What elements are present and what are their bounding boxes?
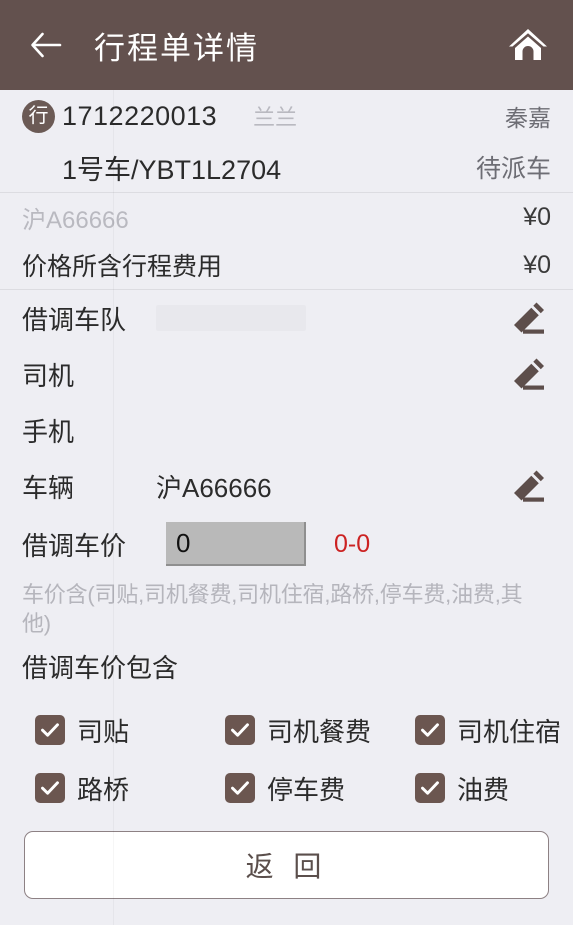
price-range: 0-0 — [334, 529, 371, 558]
price-hint: 车价含(司贴,司机餐费,司机住宿,路桥,停车费,油费,其他) — [22, 582, 523, 637]
pencil-icon[interactable] — [507, 296, 551, 340]
checkbox-item-driver-allowance[interactable]: 司贴 — [0, 712, 190, 749]
detail-label: 手机 — [22, 416, 75, 447]
app-header: 行程单详情 — [0, 0, 573, 90]
checkbox-item-driver-lodging[interactable]: 司机住宿 — [380, 712, 570, 749]
status-badge: 待派车 — [475, 155, 551, 183]
checkbox-label: 司机餐费 — [267, 716, 372, 747]
checkbox-item-tolls[interactable]: 路桥 — [0, 770, 190, 807]
detail-list: 借调车队 司机 手机 车辆 沪A66666 — [0, 290, 573, 514]
checkbox-label: 司机住宿 — [457, 716, 562, 747]
checkbox-row: 路桥 停车费 油费 — [0, 759, 573, 817]
footer-actions: 返 回 — [0, 817, 573, 921]
order-vehicle-row: 1号车/YBT1L2704 待派车 — [0, 142, 573, 192]
checkmark-icon — [35, 773, 65, 804]
order-header-row: 行 1712220013 兰兰 秦嘉 — [0, 90, 573, 142]
checkbox-label: 油费 — [457, 774, 510, 805]
detail-row-vehicle[interactable]: 车辆 沪A66666 — [0, 458, 573, 514]
back-button[interactable]: 返 回 — [24, 831, 549, 900]
back-arrow-icon[interactable] — [26, 25, 66, 65]
content-area: 行 1712220013 兰兰 秦嘉 1号车/YBT1L2704 待派车 沪A6… — [0, 90, 573, 925]
fee-amount: ¥0 — [523, 250, 551, 279]
checkmark-icon — [35, 715, 65, 746]
price-row: 借调车价 0-0 — [0, 514, 573, 574]
fee-label: 价格所含行程费用 — [22, 253, 223, 281]
checkbox-item-driver-meals[interactable]: 司机餐费 — [190, 712, 380, 749]
order-customer: 兰兰 — [253, 105, 298, 130]
order-car-label: 1号车/YBT1L2704 — [62, 154, 282, 185]
price-input[interactable] — [166, 522, 306, 566]
checkbox-item-fuel[interactable]: 油费 — [380, 770, 570, 807]
order-type-badge: 行 — [22, 99, 55, 133]
checkbox-label: 路桥 — [77, 774, 130, 805]
detail-row-driver[interactable]: 司机 — [0, 346, 573, 402]
page-title: 行程单详情 — [94, 30, 259, 66]
pencil-icon[interactable] — [507, 464, 551, 508]
order-summary: 行 1712220013 兰兰 秦嘉 1号车/YBT1L2704 待派车 — [0, 90, 573, 192]
home-icon[interactable] — [505, 22, 551, 68]
detail-label: 借调车队 — [22, 304, 127, 335]
checkmark-icon — [415, 773, 445, 804]
detail-value-placeholder — [156, 305, 306, 331]
order-agent: 秦嘉 — [505, 105, 551, 131]
detail-row-fleet[interactable]: 借调车队 — [0, 290, 573, 346]
fee-amount: ¥0 — [523, 202, 551, 231]
checkbox-label: 司贴 — [77, 716, 130, 747]
detail-label: 车辆 — [22, 472, 75, 503]
checkmark-icon — [415, 715, 445, 746]
checkbox-item-parking[interactable]: 停车费 — [190, 770, 380, 807]
order-number: 1712220013 — [62, 100, 218, 131]
checkmark-icon — [225, 773, 255, 804]
fee-row-plate: 沪A66666 ¥0 — [0, 193, 573, 241]
detail-value: 沪A66666 — [156, 472, 272, 503]
fee-label: 沪A66666 — [22, 206, 129, 234]
detail-row-phone: 手机 — [0, 402, 573, 458]
checkbox-row: 司贴 司机餐费 司机住宿 — [0, 701, 573, 759]
checkmark-icon — [225, 715, 255, 746]
app-screen: 行程单详情 行 1712220013 兰兰 秦嘉 1号车/YBT1L2704 待… — [0, 0, 573, 925]
pencil-icon[interactable] — [507, 352, 551, 396]
includes-title: 借调车价包含 — [22, 653, 179, 684]
fee-list: 沪A66666 ¥0 价格所含行程费用 ¥0 — [0, 193, 573, 289]
includes-checkbox-grid: 司贴 司机餐费 司机住宿 路桥 停车费 油费 — [0, 685, 573, 817]
price-label: 借调车价 — [22, 530, 127, 561]
checkbox-label: 停车费 — [267, 774, 346, 805]
detail-label: 司机 — [22, 360, 75, 391]
fee-row-trip-cost: 价格所含行程费用 ¥0 — [0, 241, 573, 289]
